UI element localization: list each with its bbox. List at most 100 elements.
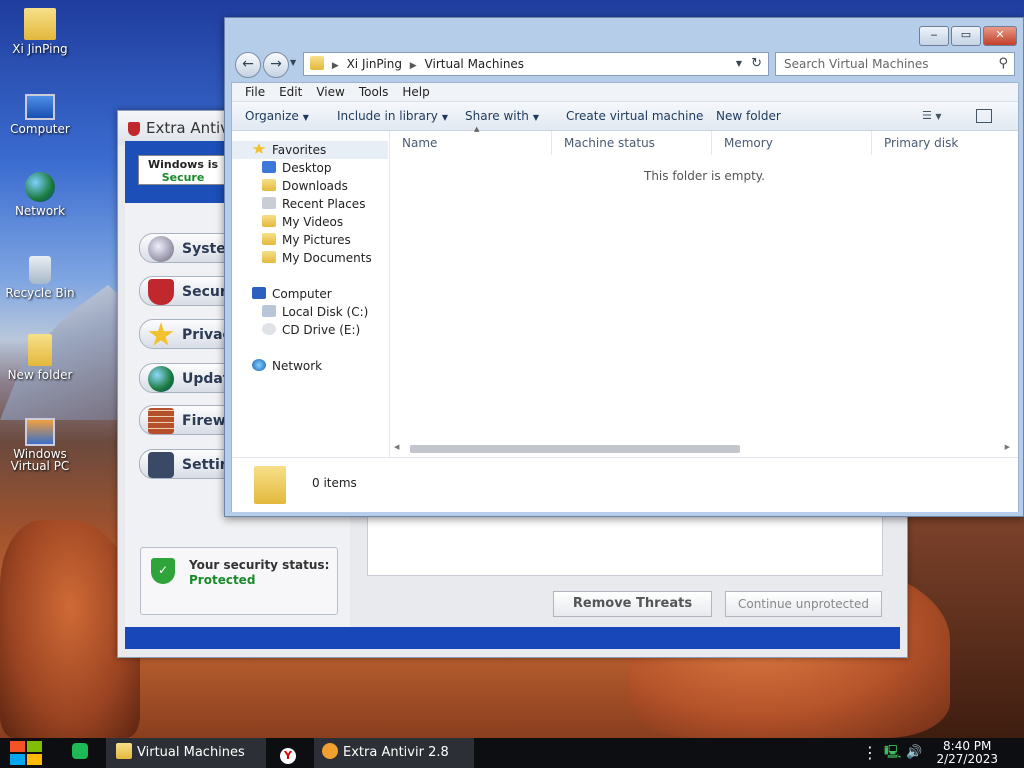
nav-my-pictures[interactable]: My Pictures <box>262 231 351 249</box>
menu-view[interactable]: View <box>309 83 351 101</box>
security-status-box: ✓ Your security status: Protected <box>140 547 338 615</box>
explorer-window: ‒ ▭ ✕ ← → ▼ ▶ Xi JinPing ▶ Virtual Machi… <box>224 17 1024 517</box>
nav-network[interactable]: Network <box>252 357 322 375</box>
include-in-library-button[interactable]: Include in library ▼ <box>337 102 448 132</box>
breadcrumb-virtual-machines[interactable]: Virtual Machines <box>425 57 525 71</box>
volume-icon[interactable]: 🔊 <box>906 738 922 768</box>
documents-folder-icon <box>262 251 276 263</box>
nav-computer[interactable]: Computer <box>252 285 332 303</box>
navigation-bar: ← → ▼ ▶ Xi JinPing ▶ Virtual Machines ▼ … <box>233 50 1015 78</box>
security-status-value: Protected <box>189 573 256 587</box>
overflow-menu-icon[interactable]: ⋮ <box>862 738 878 768</box>
forward-button[interactable]: → <box>263 52 289 78</box>
virtual-machines-folder-icon <box>254 466 286 504</box>
antivirus-icon <box>322 743 338 759</box>
desktop-icon-computer[interactable]: Computer <box>0 94 80 136</box>
nav-recent-places[interactable]: Recent Places <box>262 195 365 213</box>
desktop-icon-virtual-pc[interactable]: Windows Virtual PC <box>0 418 80 472</box>
new-folder-button[interactable]: New folder <box>716 102 781 130</box>
close-button[interactable]: ✕ <box>983 26 1017 46</box>
desktop-icon-label: New folder <box>7 368 73 382</box>
star-icon <box>252 143 266 154</box>
view-options-icon[interactable]: ☰ ▼ <box>922 102 942 131</box>
refresh-icon[interactable]: ↻ <box>751 53 762 75</box>
network-status-icon[interactable]: 🖳 <box>884 738 901 768</box>
organize-label: Organize <box>245 109 299 123</box>
column-primary-disk[interactable]: Primary disk <box>872 131 1018 155</box>
nav-favorites[interactable]: Favorites <box>232 141 388 159</box>
desktop-icon-new-folder[interactable]: New folder <box>0 334 80 382</box>
globe-icon <box>148 366 174 392</box>
nav-item-label: My Pictures <box>282 233 351 247</box>
desktop-icon-label: Computer <box>10 122 70 136</box>
address-dropdown-icon[interactable]: ▼ <box>736 53 742 75</box>
hard-drive-icon <box>262 305 276 317</box>
nav-my-documents[interactable]: My Documents <box>262 249 372 267</box>
folder-icon <box>116 743 132 759</box>
nav-label: Syste <box>182 241 226 257</box>
menu-file[interactable]: File <box>238 83 272 101</box>
column-name[interactable]: Name <box>390 131 552 155</box>
preview-pane-icon[interactable] <box>976 109 992 123</box>
nav-item-label: My Videos <box>282 215 344 229</box>
navigation-pane: Favorites Desktop Downloads Recent Place… <box>232 131 390 457</box>
organize-button[interactable]: Organize ▼ <box>245 102 309 132</box>
taskbar-app-icon[interactable] <box>72 738 92 768</box>
recycle-bin-icon <box>29 256 51 284</box>
shield-icon <box>148 279 174 305</box>
nav-item-label: Local Disk (C:) <box>282 305 369 319</box>
column-machine-status[interactable]: Machine status <box>552 131 712 155</box>
folder-icon <box>28 334 52 366</box>
nav-network-label: Network <box>272 359 323 373</box>
menu-tools[interactable]: Tools <box>352 83 396 101</box>
taskbar-yandex[interactable]: Y <box>280 738 300 768</box>
star-icon <box>148 322 174 346</box>
desktop-icon <box>262 161 276 173</box>
nav-my-videos[interactable]: My Videos <box>262 213 343 231</box>
nav-label: Firew <box>182 413 226 429</box>
scroll-right-icon[interactable]: ▶ <box>1005 443 1010 451</box>
command-toolbar: Organize ▼ Include in library ▼ Share with… <box>232 102 1018 131</box>
create-virtual-machine-button[interactable]: Create virtual machine <box>566 102 703 130</box>
remove-threats-button[interactable]: Remove Threats <box>553 591 712 617</box>
scrollbar-thumb[interactable] <box>410 445 740 453</box>
window-controls: ‒ ▭ ✕ <box>919 26 1017 46</box>
address-bar[interactable]: ▶ Xi JinPing ▶ Virtual Machines ▼ ↻ <box>303 52 769 76</box>
continue-unprotected-button[interactable]: Continue unprotected <box>725 591 882 617</box>
maximize-button[interactable]: ▭ <box>951 26 981 46</box>
desktop-icon-recycle-bin[interactable]: Recycle Bin <box>0 256 80 300</box>
downloads-icon <box>262 179 276 191</box>
nav-favorites-label: Favorites <box>272 143 327 157</box>
pictures-folder-icon <box>262 233 276 245</box>
horizontal-scrollbar[interactable]: ◀ ▶ <box>392 443 1012 455</box>
desktop-icon-network[interactable]: Network <box>0 172 80 218</box>
taskbar-item-virtual-machines[interactable]: Virtual Machines <box>106 738 266 768</box>
breadcrumb-xi-jinping[interactable]: Xi JinPing <box>347 57 402 71</box>
system-clock[interactable]: 8:40 PM 2/27/2023 <box>936 740 998 766</box>
app-icon <box>72 743 88 759</box>
recent-pages-chevron-icon[interactable]: ▼ <box>290 58 296 67</box>
explorer-body: File Edit View Tools Help Organize ▼ Incl… <box>231 82 1019 512</box>
secure-line-1: Windows is <box>147 158 219 171</box>
minimize-button[interactable]: ‒ <box>919 26 949 46</box>
taskbar-item-extra-antivir[interactable]: Extra Antivir 2.8 <box>314 738 474 768</box>
chevron-down-icon: ▼ <box>302 113 309 122</box>
nav-desktop[interactable]: Desktop <box>262 159 332 177</box>
desktop-icon-user-folder[interactable]: Xi JinPing <box>0 8 80 56</box>
windows-secure-badge: Windows is Secure <box>138 155 228 185</box>
back-button[interactable]: ← <box>235 52 261 78</box>
search-input[interactable]: Search Virtual Machines ⚲ <box>775 52 1015 76</box>
nav-local-disk[interactable]: Local Disk (C:) <box>262 303 368 321</box>
column-memory[interactable]: Memory <box>712 131 872 155</box>
nav-cd-drive[interactable]: CD Drive (E:) <box>262 321 360 339</box>
search-icon[interactable]: ⚲ <box>998 53 1008 75</box>
nav-downloads[interactable]: Downloads <box>262 177 348 195</box>
desktop-icon-label: Recycle Bin <box>5 286 75 300</box>
windows-logo-icon <box>10 741 25 752</box>
start-button[interactable] <box>10 741 42 765</box>
user-folder-icon <box>24 8 56 40</box>
scroll-left-icon[interactable]: ◀ <box>394 443 399 451</box>
menu-edit[interactable]: Edit <box>272 83 309 101</box>
menu-help[interactable]: Help <box>395 83 436 101</box>
share-with-label: Share with <box>465 109 529 123</box>
